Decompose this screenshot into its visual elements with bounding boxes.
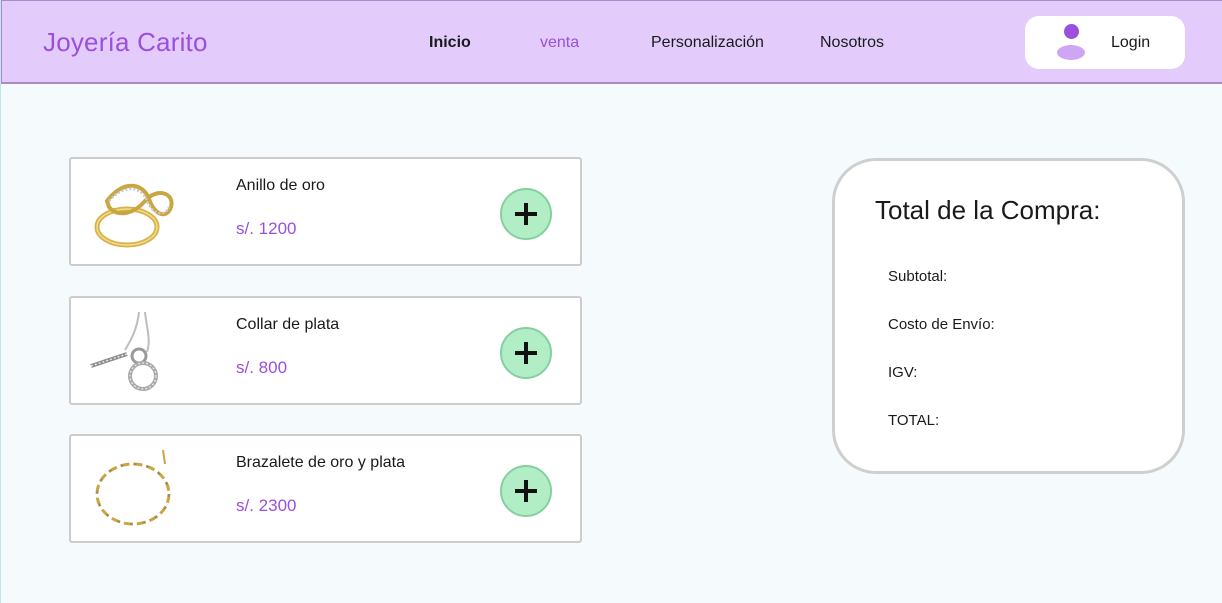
login-label: Login — [1111, 34, 1151, 51]
igv-label: IGV: — [888, 364, 918, 381]
purchase-summary-panel: Total de la Compra: Subtotal: Costo de E… — [832, 158, 1185, 474]
shipping-cost-label: Costo de Envío: — [888, 316, 995, 333]
add-to-cart-button[interactable] — [500, 188, 552, 240]
total-label: TOTAL: — [888, 412, 940, 429]
gold-ring-image — [94, 183, 174, 248]
product-card-collar: Collar de plata s/. 800 — [69, 296, 582, 405]
brand-logo[interactable]: Joyería Carito — [43, 27, 208, 58]
product-card-brazalete: Brazalete de oro y plata s/. 2300 — [69, 434, 582, 543]
product-card-anillo: Anillo de oro s/. 1200 — [69, 157, 582, 266]
nav-link-venta[interactable]: venta — [540, 34, 579, 52]
gold-silver-bracelet-image — [95, 449, 171, 526]
product-price: s/. 800 — [236, 358, 288, 377]
summary-title: Total de la Compra: — [875, 195, 1101, 225]
login-button[interactable]: Login — [1025, 16, 1185, 69]
page: Joyería Carito Inicio venta Personalizac… — [0, 0, 1222, 603]
user-icon — [1057, 24, 1085, 60]
subtotal-label: Subtotal: — [888, 268, 948, 285]
product-name: Anillo de oro — [236, 177, 325, 194]
product-price: s/. 1200 — [236, 219, 297, 238]
product-name: Brazalete de oro y plata — [236, 454, 405, 471]
nav-link-nosotros[interactable]: Nosotros — [820, 34, 884, 52]
add-to-cart-button[interactable] — [500, 327, 552, 379]
product-name: Collar de plata — [236, 316, 340, 333]
silver-necklace-image — [90, 311, 158, 391]
top-navbar: Joyería Carito Inicio venta Personalizac… — [1, 0, 1222, 84]
add-to-cart-button[interactable] — [500, 465, 552, 517]
nav-link-inicio[interactable]: Inicio — [429, 34, 471, 52]
nav-link-personalizacion[interactable]: Personalización — [651, 34, 764, 52]
product-price: s/. 2300 — [236, 496, 297, 515]
